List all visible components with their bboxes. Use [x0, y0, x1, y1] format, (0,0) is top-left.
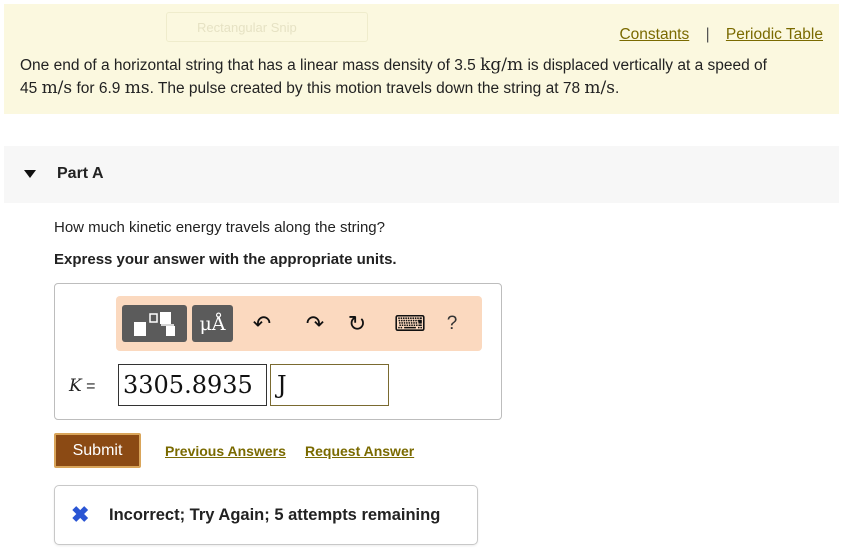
keyboard-icon[interactable]: ⌨: [394, 311, 426, 336]
statement-text-part: One end of a horizontal string that has …: [20, 57, 481, 74]
statement-text-part: . The pulse created by this motion trave…: [149, 80, 585, 97]
statement-text: One end of a horizontal string that has …: [20, 54, 830, 100]
units-button[interactable]: μÅ: [192, 305, 233, 342]
instruction-text: Express your answer with the appropriate…: [54, 251, 397, 268]
answer-value-input[interactable]: 3305.8935: [118, 364, 267, 406]
equals-sign: =: [86, 378, 96, 395]
answer-box: μÅ ↶ ↷ ↻ ⌨ ? K = 3305.8935 J: [54, 283, 502, 420]
header-links: Constants | Periodic Table: [619, 26, 823, 44]
redo-icon[interactable]: ↷: [303, 311, 327, 336]
submit-button[interactable]: Submit: [54, 433, 141, 468]
templates-button[interactable]: [122, 305, 187, 342]
problem-statement: Rectangular Snip Constants | Periodic Ta…: [4, 4, 839, 114]
incorrect-x-icon: ✖: [71, 502, 90, 527]
templates-icon: [133, 311, 175, 336]
constants-link[interactable]: Constants: [619, 26, 689, 43]
undo-icon[interactable]: ↶: [250, 311, 274, 336]
help-icon[interactable]: ?: [440, 312, 464, 336]
statement-text-part: is displaced vertically at a speed of: [523, 57, 767, 74]
statement-text-part: .: [614, 80, 620, 97]
collapse-caret-icon[interactable]: [24, 170, 36, 178]
answer-unit-input[interactable]: J: [270, 364, 389, 406]
rectangular-snip-overlay: Rectangular Snip: [166, 12, 368, 42]
question-text: How much kinetic energy travels along th…: [54, 219, 385, 236]
periodic-table-link[interactable]: Periodic Table: [726, 26, 823, 43]
unit-m-per-s: m/s: [41, 78, 73, 98]
feedback-message: Incorrect; Try Again; 5 attempts remaini…: [109, 506, 441, 524]
unit-ms: ms: [124, 78, 150, 98]
feedback-box: ✖ Incorrect; Try Again; 5 attempts remai…: [54, 485, 478, 545]
math-toolbar: μÅ ↶ ↷ ↻ ⌨ ?: [116, 296, 482, 351]
part-a-header[interactable]: Part A: [4, 146, 839, 203]
units-label: μÅ: [199, 312, 226, 335]
reset-icon[interactable]: ↻: [345, 311, 369, 336]
statement-text-part: 45: [20, 80, 42, 97]
unit-kg-per-m: kg/m: [480, 55, 524, 75]
unit-m-per-s: m/s: [584, 78, 615, 98]
statement-text-part: for 6.9: [72, 80, 125, 97]
answer-variable: K: [69, 376, 82, 396]
link-separator: |: [705, 26, 710, 43]
part-title: Part A: [57, 165, 104, 182]
previous-answers-link[interactable]: Previous Answers: [165, 443, 286, 459]
request-answer-link[interactable]: Request Answer: [305, 443, 414, 459]
answer-label: K =: [69, 376, 96, 396]
